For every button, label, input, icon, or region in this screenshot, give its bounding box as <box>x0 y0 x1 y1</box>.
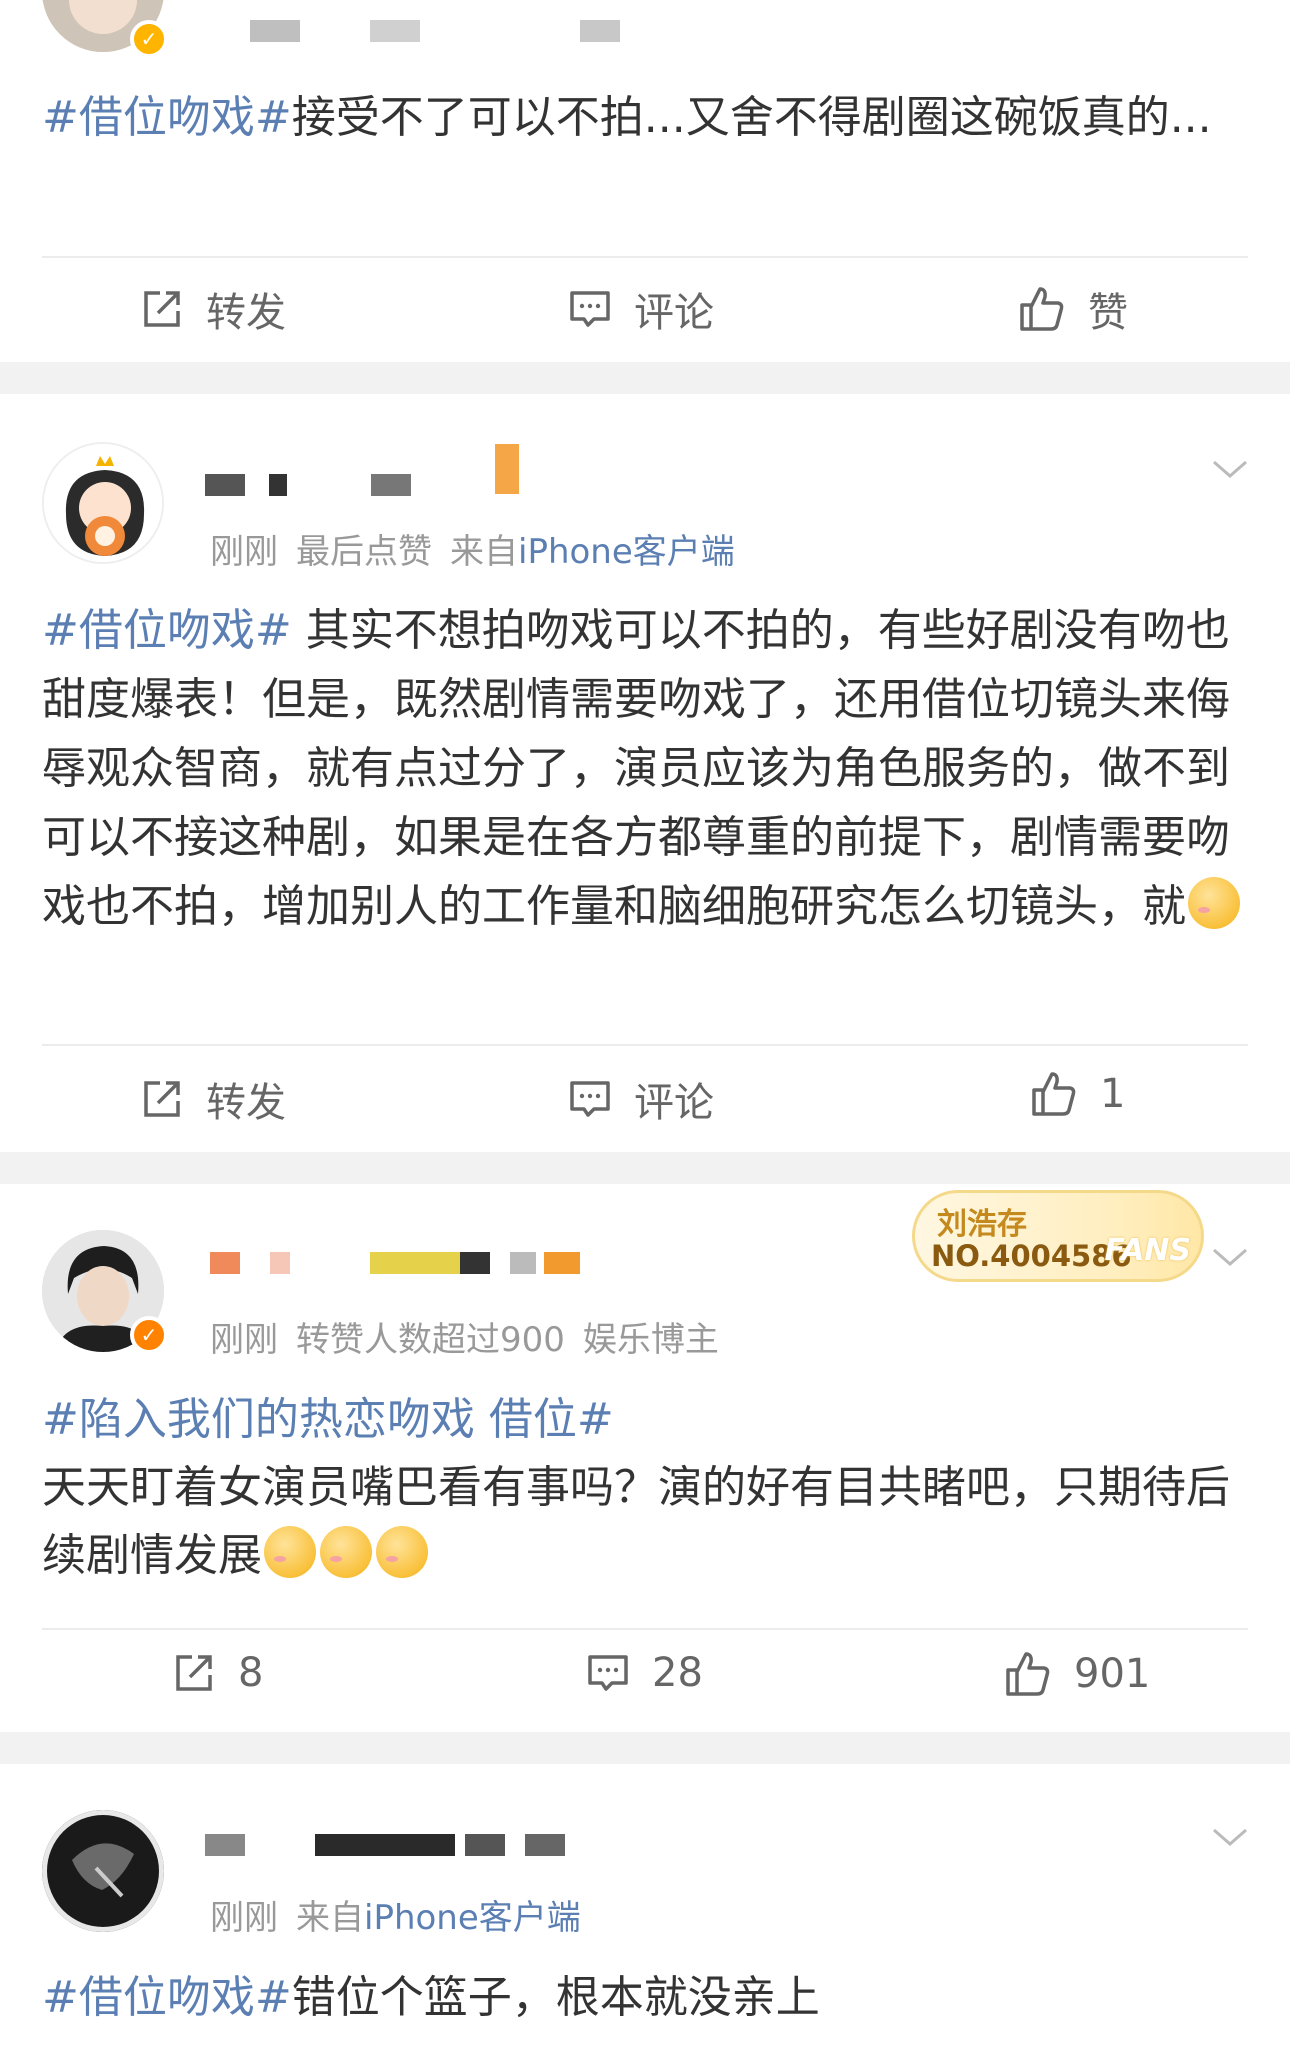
username-blurred[interactable] <box>205 444 545 496</box>
chevron-down-icon[interactable] <box>1210 1818 1250 1858</box>
repost-count-note: 转赞人数超过900 <box>296 1320 565 1360</box>
repost-label: 转发 <box>206 290 286 336</box>
source-link[interactable]: iPhone客户端 <box>364 1898 581 1938</box>
verified-icon: ✓ <box>130 1316 168 1354</box>
like-button[interactable]: 901 <box>1004 1650 1150 1698</box>
thumbs-up-icon <box>1020 287 1064 331</box>
smirk-emoji-icon <box>320 1526 372 1578</box>
username-blurred[interactable] <box>210 1252 580 1274</box>
hashtag-link[interactable]: #借位吻戏# <box>42 92 292 143</box>
post-meta: 刚刚 转赞人数超过900 娱乐博主 <box>210 1312 719 1361</box>
chevron-down-icon[interactable] <box>1210 450 1250 490</box>
repost-icon <box>176 1655 212 1691</box>
comment-label: 评论 <box>634 290 714 336</box>
comment-count: 28 <box>652 1650 703 1696</box>
hashtag-link[interactable]: #陷入我们的热恋吻戏 借位# <box>42 1394 614 1445</box>
post-body: 接受不了可以不拍...又舍不得剧圈这碗饭真的... <box>291 92 1212 143</box>
post-card-2: 刚刚 最后点赞 来自iPhone客户端 #借位吻戏# 其实不想拍吻戏可以不拍的，有些… <box>0 394 1290 1152</box>
avatar[interactable] <box>42 442 164 564</box>
smirk-emoji-icon <box>264 1526 316 1578</box>
fans-badge-name: 刘浩存 <box>937 1207 1027 1242</box>
post-time: 刚刚 <box>210 532 278 572</box>
verified-icon: ✓ <box>130 20 168 58</box>
author-role: 娱乐博主 <box>582 1320 719 1360</box>
username-blurred[interactable] <box>205 1834 585 1856</box>
fans-badge[interactable]: 刘浩存 NO.4004586 FANS <box>912 1190 1204 1282</box>
repost-button[interactable]: 转发 <box>140 280 286 338</box>
comment-button[interactable]: 评论 <box>568 280 714 338</box>
post-time: 刚刚 <box>210 1898 278 1938</box>
comment-label: 评论 <box>634 1080 714 1126</box>
repost-button[interactable]: 8 <box>172 1650 263 1696</box>
repost-label: 转发 <box>206 1080 286 1126</box>
post-text: #借位吻戏#错位个篮子，根本就没亲上 <box>42 1964 1252 2032</box>
comment-button[interactable]: 28 <box>586 1650 703 1696</box>
source-link[interactable]: iPhone客户端 <box>518 532 735 572</box>
repost-button[interactable]: 转发 <box>140 1070 286 1128</box>
post-card-1: ✓ #借位吻戏#接受不了可以不拍...又舍不得剧圈这碗饭真的... 转发 评论 … <box>0 0 1290 362</box>
hashtag-link[interactable]: #借位吻戏# <box>42 1972 292 2023</box>
thumbs-up-icon <box>1006 1652 1050 1696</box>
comment-icon <box>588 1655 628 1691</box>
fans-badge-word: FANS <box>1104 1233 1191 1268</box>
like-button[interactable]: 1 <box>1030 1070 1125 1118</box>
post-text: #借位吻戏#接受不了可以不拍...又舍不得剧圈这碗饭真的... <box>42 84 1252 152</box>
post-meta: 刚刚 最后点赞 来自iPhone客户端 <box>210 524 735 573</box>
post-text: #借位吻戏# 其实不想拍吻戏可以不拍的，有些好剧没有吻也甜度爆表！但是，既然剧情… <box>42 596 1252 941</box>
repost-icon <box>144 1081 180 1117</box>
divider <box>42 1628 1248 1630</box>
repost-count: 8 <box>238 1650 264 1696</box>
hashtag-link[interactable]: #借位吻戏# <box>42 605 292 656</box>
comment-icon <box>570 291 610 327</box>
username-blurred[interactable] <box>210 20 670 42</box>
like-count: 1 <box>1100 1071 1126 1117</box>
post-body: 天天盯着女演员嘴巴看有事吗？演的好有目共睹吧，只期待后续剧情发展 <box>42 1462 1230 1581</box>
post-text: #陷入我们的热恋吻戏 借位# 天天盯着女演员嘴巴看有事吗？演的好有目共睹吧，只期待… <box>42 1386 1252 1590</box>
avatar[interactable] <box>42 1810 164 1932</box>
source-prefix: 来自 <box>296 1898 364 1938</box>
smirk-emoji-icon <box>376 1526 428 1578</box>
thinking-emoji-icon <box>1188 877 1240 929</box>
like-count: 901 <box>1074 1651 1151 1697</box>
source-prefix: 来自 <box>450 532 518 572</box>
comment-button[interactable]: 评论 <box>568 1070 714 1128</box>
post-meta: 刚刚 来自iPhone客户端 <box>210 1890 581 1939</box>
repost-icon <box>144 291 180 327</box>
like-label: 赞 <box>1088 290 1128 336</box>
divider <box>42 1044 1248 1046</box>
chevron-down-icon[interactable] <box>1210 1238 1250 1278</box>
like-button[interactable]: 赞 <box>1018 280 1128 338</box>
fans-badge-number: NO.4004586 <box>931 1239 1132 1273</box>
post-body: 错位个篮子，根本就没亲上 <box>291 1972 820 2023</box>
last-liked-label: 最后点赞 <box>296 532 432 572</box>
post-card-3: ✓ 刘浩存 NO.4004586 FANS 刚刚 转赞人数超过900 娱乐博主 #陷… <box>0 1184 1290 1732</box>
post-time: 刚刚 <box>210 1320 278 1360</box>
thumbs-up-icon <box>1032 1072 1076 1116</box>
comment-icon <box>570 1081 610 1117</box>
divider <box>42 256 1248 258</box>
post-card-4: 刚刚 来自iPhone客户端 #借位吻戏#错位个篮子，根本就没亲上 <box>0 1764 1290 2068</box>
